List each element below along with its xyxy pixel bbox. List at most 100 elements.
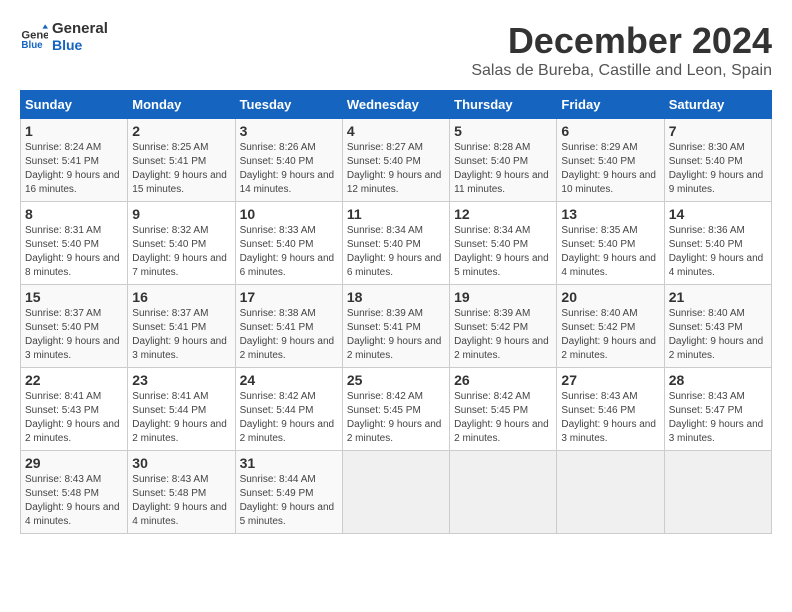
day-info: Sunrise: 8:35 AMSunset: 5:40 PMDaylight:… [561,224,659,280]
table-row [557,451,664,534]
day-info: Sunrise: 8:37 AMSunset: 5:40 PMDaylight:… [25,307,123,363]
day-info: Sunrise: 8:41 AMSunset: 5:44 PMDaylight:… [132,390,230,446]
table-row: 3Sunrise: 8:26 AMSunset: 5:40 PMDaylight… [235,119,342,202]
calendar-week-row: 15 Sunrise: 8:37 AMSunset: 5:40 PMDayligh… [21,285,772,368]
calendar-week-row: 29 Sunrise: 8:43 AMSunset: 5:48 PMDayligh… [21,451,772,534]
table-row: 10 Sunrise: 8:33 AMSunset: 5:40 PMDayligh… [235,202,342,285]
table-row: 12 Sunrise: 8:34 AMSunset: 5:40 PMDayligh… [450,202,557,285]
table-row: 31 Sunrise: 8:44 AMSunset: 5:49 PMDayligh… [235,451,342,534]
col-thursday: Thursday [450,91,557,119]
table-row: 26Sunrise: 8:42 AMSunset: 5:45 PMDayligh… [450,368,557,451]
day-info: Sunrise: 8:24 AMSunset: 5:41 PMDaylight:… [25,141,123,197]
table-row: 5 Sunrise: 8:28 AMSunset: 5:40 PMDaylight… [450,119,557,202]
day-info: Sunrise: 8:28 AMSunset: 5:40 PMDaylight:… [454,141,552,197]
table-row: 7 Sunrise: 8:30 AMSunset: 5:40 PMDaylight… [664,119,771,202]
day-number: 22 [25,372,123,388]
day-number: 11 [347,206,445,222]
table-row: 28Sunrise: 8:43 AMSunset: 5:47 PMDayligh… [664,368,771,451]
col-saturday: Saturday [664,91,771,119]
day-info: Sunrise: 8:37 AMSunset: 5:41 PMDaylight:… [132,307,230,363]
calendar-week-row: 22 Sunrise: 8:41 AMSunset: 5:43 PMDayligh… [21,368,772,451]
table-row: 1 Sunrise: 8:24 AMSunset: 5:41 PMDaylight… [21,119,128,202]
calendar-week-row: 8 Sunrise: 8:31 AMSunset: 5:40 PMDaylight… [21,202,772,285]
day-number: 5 [454,123,552,139]
day-number: 17 [240,289,338,305]
calendar-week-row: 1 Sunrise: 8:24 AMSunset: 5:41 PMDaylight… [21,119,772,202]
logo-text: General Blue [52,20,108,53]
day-number: 24 [240,372,338,388]
table-row: 16 Sunrise: 8:37 AMSunset: 5:41 PMDayligh… [128,285,235,368]
day-number: 2 [132,123,230,139]
day-number: 31 [240,455,338,471]
day-number: 18 [347,289,445,305]
logo: General Blue General Blue [20,20,108,53]
day-info: Sunrise: 8:32 AMSunset: 5:40 PMDaylight:… [132,224,230,280]
col-monday: Monday [128,91,235,119]
day-info: Sunrise: 8:43 AMSunset: 5:46 PMDaylight:… [561,390,659,446]
day-number: 27 [561,372,659,388]
day-number: 19 [454,289,552,305]
day-info: Sunrise: 8:26 AMSunset: 5:40 PMDaylight:… [240,141,338,197]
col-sunday: Sunday [21,91,128,119]
table-row: 25Sunrise: 8:42 AMSunset: 5:45 PMDayligh… [342,368,449,451]
day-info: Sunrise: 8:33 AMSunset: 5:40 PMDaylight:… [240,224,338,280]
day-info: Sunrise: 8:44 AMSunset: 5:49 PMDaylight:… [240,473,338,529]
day-info: Sunrise: 8:43 AMSunset: 5:47 PMDaylight:… [669,390,767,446]
table-row: 27 Sunrise: 8:43 AMSunset: 5:46 PMDayligh… [557,368,664,451]
table-row: 6Sunrise: 8:29 AMSunset: 5:40 PMDaylight… [557,119,664,202]
table-row: 11 Sunrise: 8:34 AMSunset: 5:40 PMDayligh… [342,202,449,285]
day-info: Sunrise: 8:42 AMSunset: 5:45 PMDaylight:… [347,390,445,446]
day-number: 10 [240,206,338,222]
day-number: 21 [669,289,767,305]
table-row: 20Sunrise: 8:40 AMSunset: 5:42 PMDayligh… [557,285,664,368]
table-row: 8 Sunrise: 8:31 AMSunset: 5:40 PMDaylight… [21,202,128,285]
table-row: 22 Sunrise: 8:41 AMSunset: 5:43 PMDayligh… [21,368,128,451]
day-number: 4 [347,123,445,139]
title-area: December 2024 Salas de Bureba, Castille … [471,20,772,80]
table-row: 13 Sunrise: 8:35 AMSunset: 5:40 PMDayligh… [557,202,664,285]
day-info: Sunrise: 8:30 AMSunset: 5:40 PMDaylight:… [669,141,767,197]
day-info: Sunrise: 8:41 AMSunset: 5:43 PMDaylight:… [25,390,123,446]
table-row: 30Sunrise: 8:43 AMSunset: 5:48 PMDayligh… [128,451,235,534]
table-row: 17 Sunrise: 8:38 AMSunset: 5:41 PMDayligh… [235,285,342,368]
day-number: 8 [25,206,123,222]
day-info: Sunrise: 8:40 AMSunset: 5:43 PMDaylight:… [669,307,767,363]
day-number: 13 [561,206,659,222]
day-number: 15 [25,289,123,305]
table-row [342,451,449,534]
table-row: 4Sunrise: 8:27 AMSunset: 5:40 PMDaylight… [342,119,449,202]
page-header: General Blue General Blue December 2024 … [20,20,772,80]
day-info: Sunrise: 8:39 AMSunset: 5:41 PMDaylight:… [347,307,445,363]
col-tuesday: Tuesday [235,91,342,119]
table-row: 19Sunrise: 8:39 AMSunset: 5:42 PMDayligh… [450,285,557,368]
day-number: 14 [669,206,767,222]
col-friday: Friday [557,91,664,119]
table-row: 15 Sunrise: 8:37 AMSunset: 5:40 PMDayligh… [21,285,128,368]
calendar-header-row: Sunday Monday Tuesday Wednesday Thursday… [21,91,772,119]
col-wednesday: Wednesday [342,91,449,119]
day-number: 12 [454,206,552,222]
table-row [450,451,557,534]
table-row: 21 Sunrise: 8:40 AMSunset: 5:43 PMDayligh… [664,285,771,368]
day-info: Sunrise: 8:34 AMSunset: 5:40 PMDaylight:… [454,224,552,280]
table-row: 23Sunrise: 8:41 AMSunset: 5:44 PMDayligh… [128,368,235,451]
day-number: 16 [132,289,230,305]
logo-icon: General Blue [20,23,48,51]
day-number: 6 [561,123,659,139]
table-row: 2 Sunrise: 8:25 AMSunset: 5:41 PMDaylight… [128,119,235,202]
day-info: Sunrise: 8:43 AMSunset: 5:48 PMDaylight:… [25,473,123,529]
day-info: Sunrise: 8:25 AMSunset: 5:41 PMDaylight:… [132,141,230,197]
day-info: Sunrise: 8:36 AMSunset: 5:40 PMDaylight:… [669,224,767,280]
table-row: 29 Sunrise: 8:43 AMSunset: 5:48 PMDayligh… [21,451,128,534]
day-info: Sunrise: 8:34 AMSunset: 5:40 PMDaylight:… [347,224,445,280]
day-number: 1 [25,123,123,139]
table-row: 9Sunrise: 8:32 AMSunset: 5:40 PMDaylight… [128,202,235,285]
svg-text:Blue: Blue [21,40,43,51]
location-title: Salas de Bureba, Castille and Leon, Spai… [471,62,772,80]
day-number: 7 [669,123,767,139]
day-info: Sunrise: 8:38 AMSunset: 5:41 PMDaylight:… [240,307,338,363]
month-title: December 2024 [471,20,772,62]
table-row [664,451,771,534]
day-number: 29 [25,455,123,471]
day-info: Sunrise: 8:31 AMSunset: 5:40 PMDaylight:… [25,224,123,280]
